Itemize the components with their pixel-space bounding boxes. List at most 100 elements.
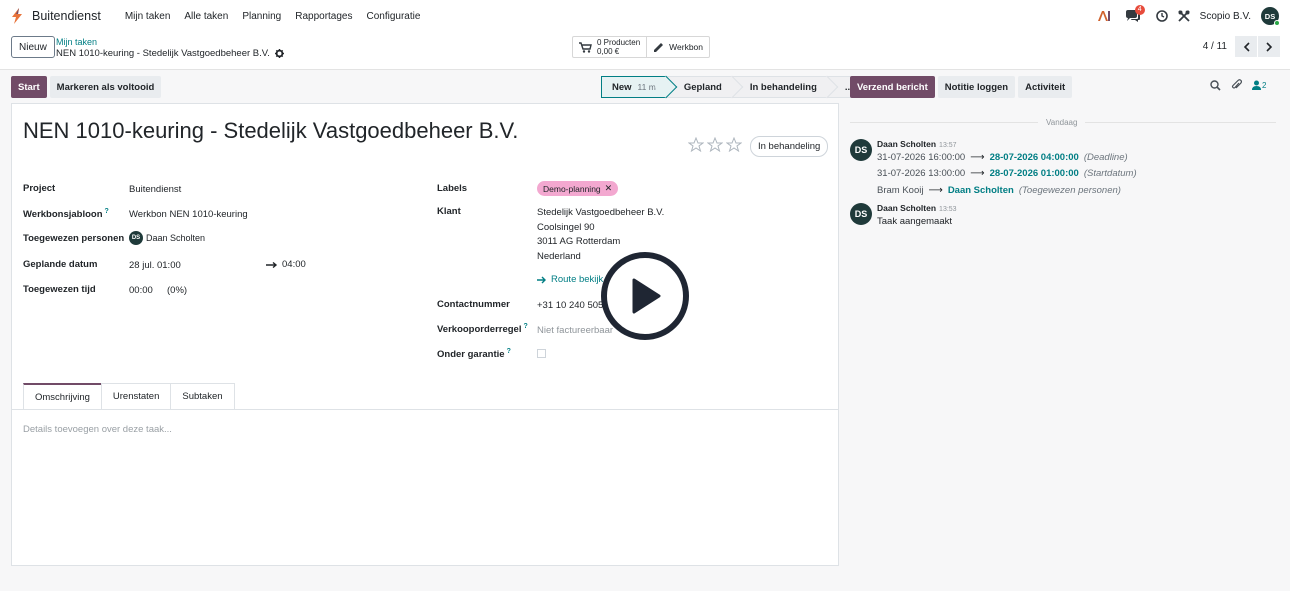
address-country: Nederland <box>537 251 581 262</box>
ai-icon[interactable] <box>1097 10 1111 22</box>
message-author: Daan Scholten 13:53 <box>877 203 957 213</box>
pager-value[interactable]: 4 / 11 <box>1203 41 1227 52</box>
route-link[interactable]: Route bekijk <box>537 274 603 285</box>
customer-field[interactable]: Stedelijk Vastgoedbeheer B.V. <box>537 207 664 218</box>
state-selector[interactable]: In behandeling <box>750 136 829 157</box>
assignees-field[interactable]: DS Daan Scholten <box>129 231 205 245</box>
message-avatar[interactable]: DS <box>850 203 872 225</box>
tracking-new-value: Daan Scholten <box>947 185 1014 196</box>
tracking-new-value: 28-07-2026 01:00:00 <box>989 168 1079 179</box>
field-service-app-icon <box>10 8 24 24</box>
planned-start-field[interactable]: 28 jul. 01:00 <box>129 260 181 271</box>
template-field[interactable]: Werkbon NEN 1010-keuring <box>129 209 248 220</box>
products-amount: 0,00 € <box>597 47 620 56</box>
description-editor[interactable]: Details toevoegen over deze taak... <box>23 424 172 435</box>
send-message-button[interactable]: Verzend bericht <box>850 76 935 98</box>
help-tooltip-icon: ? <box>104 208 109 215</box>
search-icon[interactable] <box>1210 79 1221 91</box>
new-button[interactable]: Nieuw <box>11 36 55 58</box>
warranty-checkbox[interactable] <box>537 349 546 358</box>
log-note-button[interactable]: Notitie loggen <box>937 76 1016 98</box>
smart-buttons: 0 Producten 0,00 € Werkbon <box>572 36 710 58</box>
tracking-old-value: Bram Kooij <box>877 185 924 196</box>
form-actions: Start Markeren als voltooid <box>11 76 162 98</box>
chat-icon[interactable]: 4 <box>1125 4 1145 23</box>
date-divider-label: Vandaag <box>1038 118 1086 127</box>
stage-in-progress[interactable]: In behandeling <box>731 76 827 98</box>
products-count: 0 Producten <box>597 38 641 47</box>
cart-icon <box>579 41 592 53</box>
allocated-time-label: Toegewezen tijd <box>23 284 96 295</box>
clock-icon[interactable] <box>1155 10 1168 22</box>
tab-timesheets[interactable]: Urenstaten <box>100 383 172 409</box>
star-icon[interactable] <box>726 137 742 152</box>
form-sheet: NEN 1010-keuring - Stedelijk Vastgoedbeh… <box>11 103 839 566</box>
company-switcher[interactable]: Scopio B.V. <box>1200 11 1251 22</box>
workorder-smart-button[interactable]: Werkbon <box>646 37 709 57</box>
activity-button[interactable]: Activiteit <box>1018 76 1073 98</box>
start-button[interactable]: Start <box>11 76 47 98</box>
warranty-label: Onder garantie? <box>437 348 511 361</box>
assignees-label: Toegewezen personen <box>23 233 125 244</box>
breadcrumb-current: NEN 1010-keuring - Stedelijk Vastgoedbeh… <box>56 48 284 59</box>
planned-end-group: 04:00 <box>266 259 306 270</box>
followers-button[interactable]: 2 <box>1252 80 1266 90</box>
play-button[interactable] <box>601 252 689 340</box>
planned-end-field[interactable]: 04:00 <box>282 259 306 270</box>
tag-demo-planning[interactable]: Demo-planning ✕ <box>537 181 619 196</box>
labels-label: Labels <box>437 183 468 194</box>
help-tooltip-icon: ? <box>506 348 511 355</box>
products-smart-button[interactable]: 0 Producten 0,00 € <box>573 37 646 57</box>
tracking-line: Bram Kooij ⟶ Daan Scholten (Toegewezen p… <box>877 185 1121 196</box>
tracking-line: 31-07-2026 13:00:00 ⟶ 28-07-2026 01:00:0… <box>877 168 1137 179</box>
project-field[interactable]: Buitendienst <box>129 184 181 195</box>
paperclip-icon[interactable] <box>1231 79 1242 91</box>
customer-label: Klant <box>437 206 461 217</box>
pager-previous-button[interactable] <box>1235 36 1257 57</box>
tools-icon[interactable] <box>1178 10 1190 22</box>
gear-icon[interactable] <box>274 49 284 58</box>
tab-subtasks[interactable]: Subtaken <box>170 383 235 409</box>
tag-remove-icon[interactable]: ✕ <box>605 183 613 194</box>
systray: 4 Scopio B.V. DS <box>1097 0 1290 32</box>
menu-item-all-tasks[interactable]: Alle taken <box>184 11 228 22</box>
assignee-avatar: DS <box>129 231 143 245</box>
pager: 4 / 11 <box>1203 36 1280 57</box>
menu-item-planning[interactable]: Planning <box>242 11 281 22</box>
menu-item-configuration[interactable]: Configuratie <box>367 11 421 22</box>
task-title[interactable]: NEN 1010-keuring - Stedelijk Vastgoedbeh… <box>23 118 543 144</box>
chevron-left-icon <box>1243 41 1250 52</box>
app-brand[interactable]: Buitendienst <box>10 8 101 24</box>
sale-line-label: Verkooporderregel? <box>437 323 528 336</box>
stage-new-duration: 11 m <box>637 82 656 92</box>
message-avatar[interactable]: DS <box>850 139 872 161</box>
tracking-new-value: 28-07-2026 04:00:00 <box>989 152 1079 163</box>
followers-count: 2 <box>1262 80 1267 90</box>
sale-line-field[interactable]: Niet factureerbaar <box>537 325 613 336</box>
message-author: Daan Scholten 13:57 <box>877 139 957 149</box>
tracking-field: (Startdatum) <box>1083 168 1137 179</box>
pager-next-button[interactable] <box>1258 36 1280 57</box>
user-icon <box>1252 80 1261 90</box>
tab-description[interactable]: Omschrijving <box>23 383 102 409</box>
tracking-old-value: 31-07-2026 13:00:00 <box>877 168 966 179</box>
mark-done-button[interactable]: Markeren als voltooid <box>49 76 162 98</box>
menu-item-my-tasks[interactable]: Mijn taken <box>125 11 171 22</box>
chevron-right-icon <box>1265 41 1272 52</box>
breadcrumb-parent[interactable]: Mijn taken <box>56 37 97 47</box>
template-label: Werkbonsjabloon? <box>23 208 109 221</box>
project-label: Project <box>23 183 56 194</box>
arrow-right-icon <box>537 276 546 283</box>
stage-new[interactable]: New 11 m <box>601 76 666 98</box>
online-status-dot <box>1274 20 1280 26</box>
allocated-time-field[interactable]: 00:00 <box>129 285 153 296</box>
star-icon[interactable] <box>688 137 704 152</box>
help-tooltip-icon: ? <box>523 323 528 330</box>
menu-item-reporting[interactable]: Rapportages <box>295 11 352 22</box>
tracking-old-value: 31-07-2026 16:00:00 <box>877 152 966 163</box>
notebook-tabs: Omschrijving Urenstaten Subtaken <box>23 383 235 409</box>
star-icon[interactable] <box>707 137 723 152</box>
phone-field[interactable]: +31 10 240 5050 <box>537 300 609 311</box>
phone-label: Contactnummer <box>437 299 510 310</box>
message-time: 13:57 <box>939 142 957 149</box>
